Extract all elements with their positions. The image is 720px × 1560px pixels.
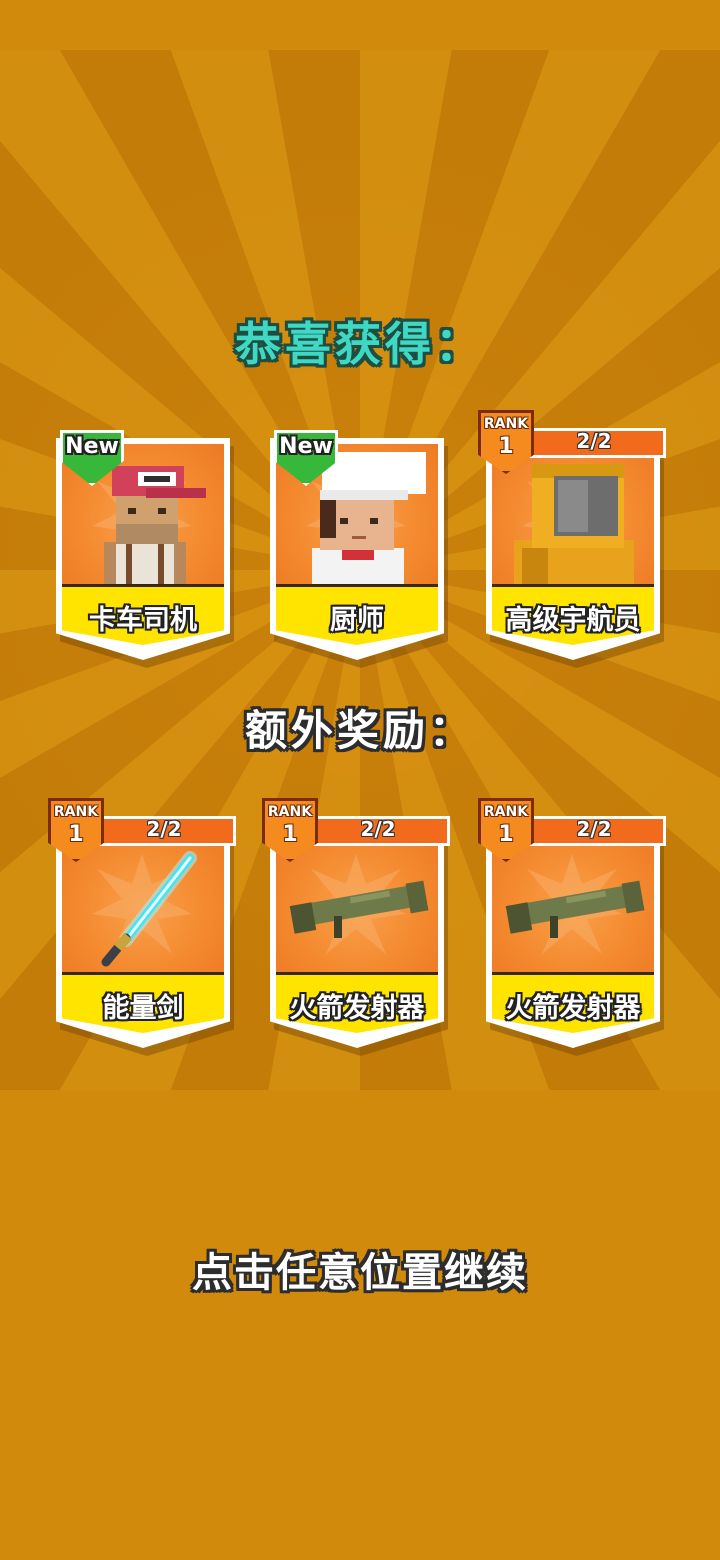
bonus-title: 额外奖励： bbox=[244, 706, 475, 755]
reward-card-chef: 厨师 New bbox=[266, 430, 448, 668]
rank-count: 2/2 bbox=[576, 817, 612, 841]
rank-number: 1 bbox=[498, 822, 514, 847]
rank-label: RANK bbox=[483, 416, 529, 432]
rank-number: 1 bbox=[498, 434, 514, 459]
new-badge: New bbox=[60, 430, 124, 486]
tap-to-continue[interactable]: 点击任意位置继续 bbox=[0, 1240, 720, 1298]
reward-title: 恭喜获得： bbox=[235, 317, 485, 371]
rank-label: RANK bbox=[483, 804, 529, 820]
reward-name: 厨师 bbox=[330, 605, 384, 636]
bonus-card-rocket-launcher: 火箭发射器 2/2 RANK 1 bbox=[478, 798, 666, 1056]
reward-name: 高级宇航员 bbox=[505, 605, 641, 636]
bonus-card-rocket-launcher: 火箭发射器 2/2 RANK 1 bbox=[262, 798, 450, 1056]
rank-label: RANK bbox=[267, 804, 313, 820]
reward-name: 火箭发射器 bbox=[289, 993, 425, 1024]
rank-number: 1 bbox=[282, 822, 298, 847]
new-badge: New bbox=[274, 430, 338, 486]
reward-card-astronaut: 高级宇航员 2/2 RANK 1 bbox=[478, 410, 666, 668]
reward-name: 卡车司机 bbox=[89, 605, 197, 636]
reward-name: 火箭发射器 bbox=[505, 993, 641, 1024]
rank-count: 2/2 bbox=[576, 429, 612, 453]
reward-card-truck-driver: 卡车司机 New bbox=[52, 430, 234, 668]
rank-count: 2/2 bbox=[360, 817, 396, 841]
reward-name: 能量剑 bbox=[102, 993, 184, 1024]
reward-screen[interactable]: 恭喜获得： 卡车司机 New 厨师 New 高级宇航员 2/2 RANK 1 额… bbox=[0, 0, 720, 1560]
rank-count: 2/2 bbox=[146, 817, 182, 841]
rank-label: RANK bbox=[53, 804, 99, 820]
rank-number: 1 bbox=[68, 822, 84, 847]
bonus-card-energy-sword: 能量剑 2/2 RANK 1 bbox=[48, 798, 236, 1056]
